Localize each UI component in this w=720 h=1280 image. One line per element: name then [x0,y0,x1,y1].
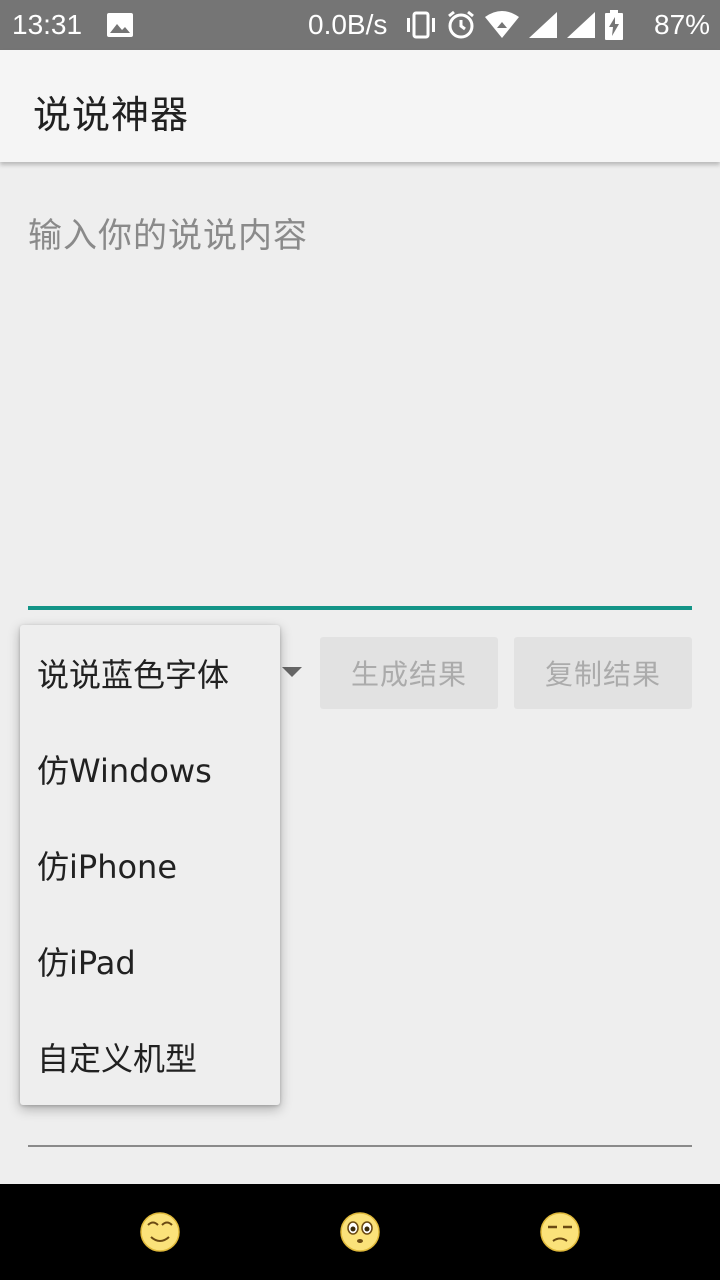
alarm-icon [448,10,474,39]
annoyed-face-icon[interactable] [539,1211,581,1253]
style-dropdown-menu: 说说蓝色字体 仿Windows 仿iPhone 仿iPad 自定义机型 [20,625,280,1105]
page-title: 说说神器 [33,93,190,137]
signal-icon [567,12,595,38]
image-icon [107,13,133,37]
status-time: 13:31 [12,9,83,40]
network-speed: 0.0B/s [308,9,388,40]
spinner-arrow-icon[interactable] [282,667,302,677]
wide-eyed-face-icon[interactable] [339,1211,381,1253]
input-underline [28,606,692,610]
dropdown-option-blue-font[interactable]: 说说蓝色字体 [20,625,280,721]
dropdown-option-ipad[interactable]: 仿iPad [20,913,280,1009]
status-bar: 13:31 0.0B/s 87% [0,0,720,50]
dropdown-option-windows[interactable]: 仿Windows [20,721,280,817]
app-bar: 说说神器 [0,50,720,162]
content-input[interactable]: 输入你的说说内容 [28,196,692,608]
dropdown-option-custom-model[interactable]: 自定义机型 [20,1009,280,1105]
bottom-bar [0,1184,720,1280]
result-underline [28,1145,692,1147]
battery-percent: 87% [654,9,711,40]
battery-charging-icon [605,10,623,40]
generate-button[interactable]: 生成结果 [320,637,498,709]
dropdown-option-iphone[interactable]: 仿iPhone [20,817,280,913]
smiling-face-icon[interactable] [139,1211,181,1253]
signal-icon [529,12,557,38]
copy-button[interactable]: 复制结果 [514,637,692,709]
vibrate-icon [407,11,435,39]
wifi-icon [485,11,519,38]
content-placeholder: 输入你的说说内容 [28,216,308,256]
